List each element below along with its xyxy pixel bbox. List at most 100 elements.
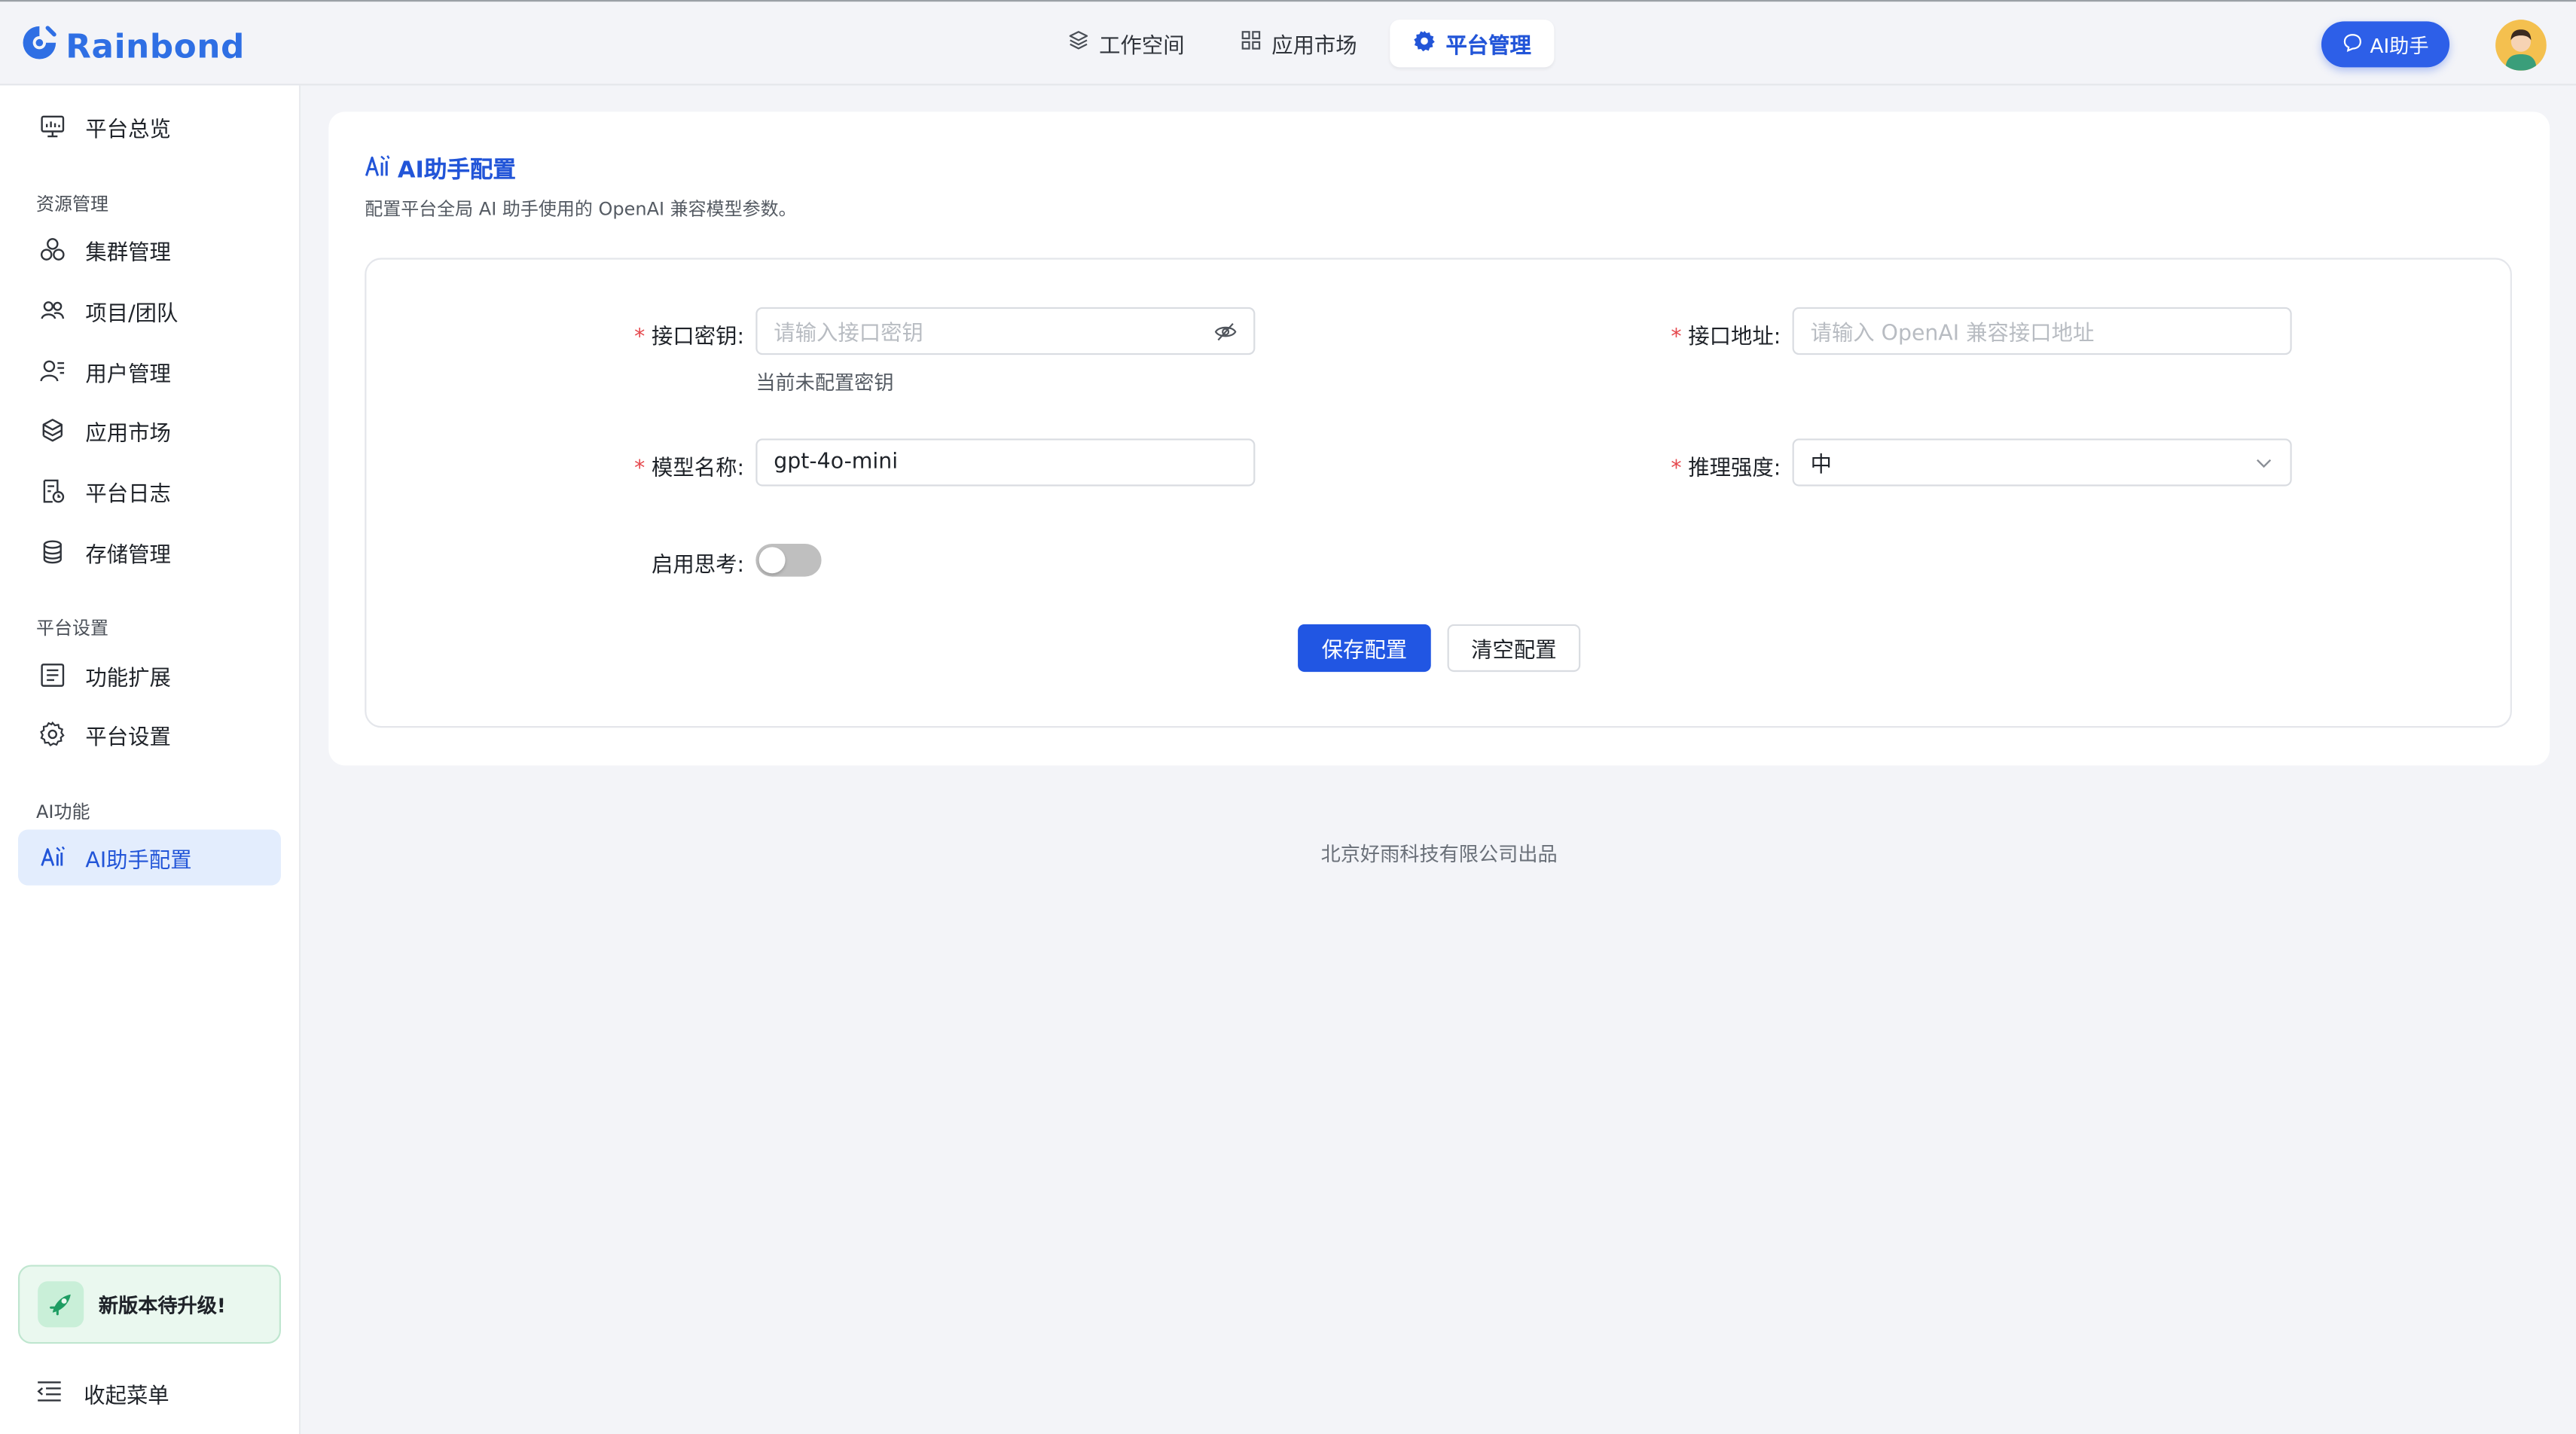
monitor-icon — [38, 111, 67, 141]
ai-assistant-button[interactable]: AI助手 — [2321, 21, 2450, 68]
log-icon — [38, 477, 67, 506]
model-value: gpt-4o-mini — [774, 450, 899, 475]
api-key-placeholder: 请输入接口密钥 — [774, 322, 923, 347]
user-avatar[interactable] — [2495, 20, 2547, 71]
thinking-label-text: 启用思考 — [652, 554, 737, 578]
label-colon: : — [737, 456, 745, 482]
label-colon: : — [737, 554, 745, 578]
page-title-text: AI助手配置 — [397, 157, 516, 185]
extension-icon — [38, 661, 67, 690]
clear-config-button[interactable]: 清空配置 — [1447, 624, 1581, 673]
rocket-icon — [38, 1281, 84, 1328]
cluster-icon — [38, 235, 67, 264]
ai-icon — [365, 154, 391, 184]
tab-platform-admin[interactable]: 平台管理 — [1390, 20, 1555, 68]
sidebar-item-label: 项目/团队 — [85, 301, 179, 326]
reasoning-label: * 推理强度: — [1584, 450, 1781, 481]
api-url-label-text: 接口地址 — [1688, 325, 1774, 350]
label-colon: : — [1773, 456, 1781, 482]
chat-icon — [2342, 32, 2361, 57]
upgrade-label: 新版本待升级! — [98, 1293, 226, 1317]
sidebar-item-label: 功能扩展 — [85, 666, 171, 691]
sidebar-item-users[interactable]: 用户管理 — [18, 343, 281, 399]
ai-icon — [38, 843, 67, 872]
brand-name: Rainbond — [66, 26, 246, 66]
tab-workspace[interactable]: 工作空间 — [1045, 20, 1207, 67]
team-icon — [38, 296, 67, 325]
sidebar-item-overview[interactable]: 平台总览 — [18, 99, 281, 154]
thinking-label: 启用思考: — [547, 547, 744, 578]
sidebar-group-ai: AI功能 — [35, 801, 90, 823]
sidebar-item-label: 平台总览 — [85, 117, 171, 142]
tab-workspace-label: 工作空间 — [1099, 34, 1185, 59]
api-key-input[interactable]: 请输入接口密钥 — [755, 307, 1256, 355]
toggle-knob — [758, 547, 786, 574]
api-url-placeholder: 请输入 OpenAI 兼容接口地址 — [1810, 322, 2095, 347]
api-key-hint: 当前未配置密钥 — [755, 371, 894, 395]
sidebar-item-label: 应用市场 — [85, 421, 171, 447]
sidebar-item-logs[interactable]: 平台日志 — [18, 463, 281, 519]
sidebar-item-label: 集群管理 — [85, 240, 171, 266]
sidebar-item-ai-config[interactable]: AI助手配置 — [17, 829, 281, 886]
page-description: 配置平台全局 AI 助手使用的 OpenAI 兼容模型参数。 — [365, 198, 797, 221]
database-icon — [38, 537, 67, 566]
thinking-toggle[interactable] — [755, 543, 822, 577]
sidebar-item-label: 存储管理 — [85, 542, 171, 568]
api-url-input[interactable]: 请输入 OpenAI 兼容接口地址 — [1792, 307, 2292, 355]
layers-icon — [1068, 29, 1089, 57]
sidebar-item-settings[interactable]: 平台设置 — [18, 706, 281, 762]
user-manage-icon — [38, 356, 67, 386]
required-mark: * — [634, 325, 646, 350]
api-url-label: * 接口地址: — [1584, 319, 1781, 350]
tab-app-market[interactable]: 应用市场 — [1217, 20, 1380, 67]
tab-app-market-label: 应用市场 — [1271, 34, 1357, 59]
tab-platform-admin-label: 平台管理 — [1445, 34, 1531, 59]
save-config-button[interactable]: 保存配置 — [1298, 624, 1431, 673]
api-key-label: * 接口密钥: — [547, 319, 745, 350]
model-label-text: 模型名称 — [652, 456, 737, 482]
menu-fold-icon — [36, 1379, 66, 1408]
settings-icon — [38, 719, 67, 749]
sidebar-item-label: 平台设置 — [85, 725, 171, 750]
brand-logo[interactable]: Rainbond — [20, 23, 245, 69]
sidebar-group-resource: 资源管理 — [35, 194, 108, 215]
label-colon: : — [737, 325, 745, 350]
collapse-menu-button[interactable]: 收起菜单 — [36, 1378, 169, 1409]
eye-off-icon[interactable] — [1214, 320, 1238, 349]
top-header: Rainbond 工作空间 应用市场 平台管理 AI助手 — [0, 0, 2576, 86]
cube-icon — [38, 416, 67, 445]
required-mark: * — [1671, 325, 1682, 350]
app-root: Rainbond 工作空间 应用市场 平台管理 AI助手 平台总览 资源管理 集… — [0, 0, 2576, 1434]
grid-icon — [1241, 29, 1262, 57]
rainbond-logo-icon — [20, 23, 59, 69]
sidebar-item-storage[interactable]: 存储管理 — [18, 524, 281, 580]
gear-icon — [1413, 29, 1436, 58]
sidebar-item-team[interactable]: 项目/团队 — [18, 282, 281, 338]
top-nav: 工作空间 应用市场 平台管理 — [1045, 20, 1555, 68]
required-mark: * — [1671, 456, 1682, 482]
sidebar-group-platform: 平台设置 — [35, 618, 108, 639]
collapse-menu-label: 收起菜单 — [84, 1384, 169, 1410]
sidebar: 平台总览 资源管理 集群管理 项目/团队 用户管理 应用市场 平台日志 存储管理… — [0, 85, 301, 1434]
model-label: * 模型名称: — [547, 450, 744, 481]
ai-assistant-label: AI助手 — [2370, 33, 2429, 57]
label-colon: : — [1773, 325, 1781, 350]
config-form: * 接口密钥: 请输入接口密钥 当前未配置密钥 * 接口地址: 请输入 OpenAI… — [365, 258, 2512, 728]
api-key-label-text: 接口密钥 — [652, 325, 737, 350]
sidebar-item-cluster[interactable]: 集群管理 — [18, 221, 281, 277]
chevron-down-icon — [2254, 453, 2273, 480]
page-title: AI助手配置 — [365, 153, 516, 186]
sidebar-item-label: 用户管理 — [85, 362, 171, 387]
reasoning-value: 中 — [1810, 453, 1832, 478]
model-input[interactable]: gpt-4o-mini — [755, 438, 1256, 487]
sidebar-item-label: 平台日志 — [85, 482, 171, 507]
footer-copyright: 北京好雨科技有限公司出品 — [1320, 842, 1558, 866]
upgrade-banner[interactable]: 新版本待升级! — [17, 1265, 281, 1344]
sidebar-item-extensions[interactable]: 功能扩展 — [18, 647, 281, 703]
sidebar-item-label: AI助手配置 — [85, 848, 192, 874]
ai-config-card: AI助手配置 配置平台全局 AI 助手使用的 OpenAI 兼容模型参数。 * 接… — [328, 111, 2550, 766]
reasoning-label-text: 推理强度 — [1688, 456, 1774, 482]
reasoning-select[interactable]: 中 — [1792, 438, 2292, 487]
sidebar-item-app-market[interactable]: 应用市场 — [18, 402, 281, 458]
required-mark: * — [634, 456, 646, 482]
